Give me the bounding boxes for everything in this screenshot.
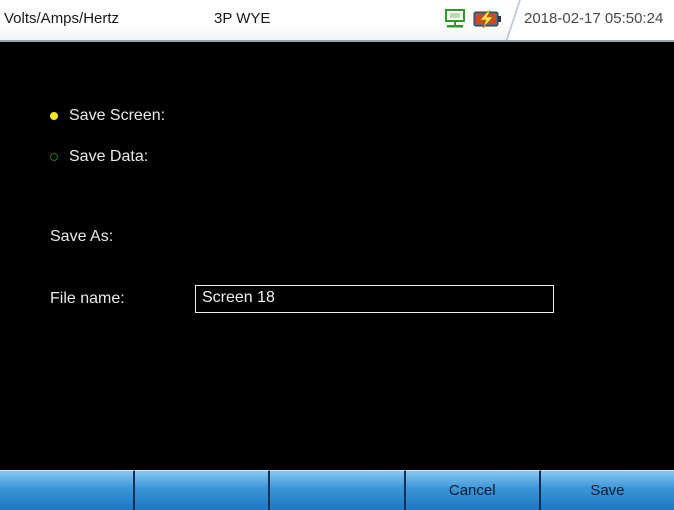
save-screen-option[interactable]: Save Screen: (50, 105, 165, 127)
save-button[interactable]: Save (540, 470, 674, 510)
battery-charging-icon (473, 10, 501, 29)
save-data-option[interactable]: Save Data: (50, 146, 148, 168)
save-data-label: Save Data: (69, 148, 149, 165)
file-name-input[interactable]: Screen 18 (195, 285, 554, 313)
wiring-config: 3P WYE (214, 10, 271, 27)
save-screen-radio[interactable] (50, 112, 58, 120)
softkey-2[interactable] (135, 470, 271, 510)
file-name-label: File name: (50, 290, 125, 307)
header-divider (0, 40, 674, 42)
softkey-bar: Cancel Save (0, 470, 674, 510)
datetime-display: 2018-02-17 05:50:24 (524, 10, 664, 27)
save-data-radio[interactable] (50, 153, 58, 161)
network-icon (445, 9, 465, 28)
status-header: Volts/Amps/Hertz 3P WYE 2018-02-17 05:50… (0, 0, 674, 42)
softkey-1[interactable] (0, 470, 136, 510)
softkey-3[interactable] (270, 470, 406, 510)
mode-title: Volts/Amps/Hertz (4, 10, 120, 27)
screen: Volts/Amps/Hertz 3P WYE 2018-02-17 05:50… (0, 0, 674, 510)
save-screen-label: Save Screen: (69, 107, 166, 124)
save-as-label: Save As: (50, 228, 114, 245)
cancel-button[interactable]: Cancel (405, 470, 541, 510)
